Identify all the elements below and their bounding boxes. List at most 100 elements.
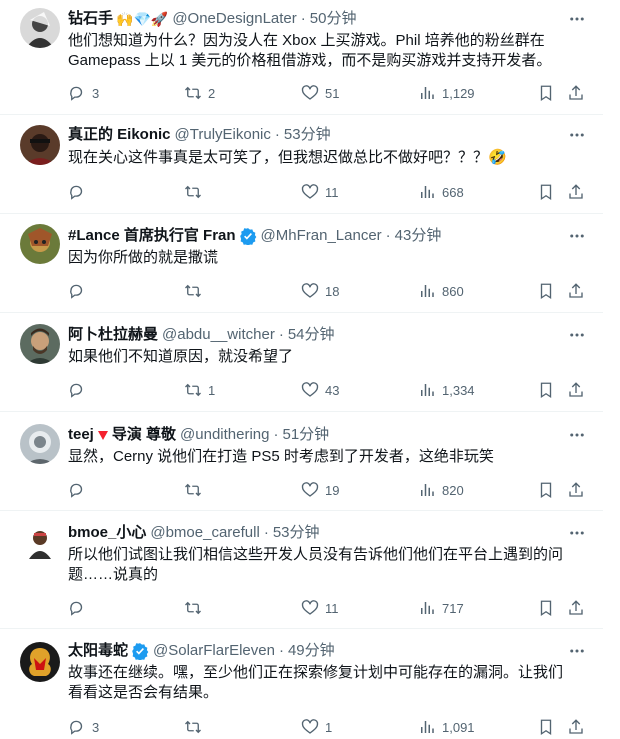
view-count: 717 — [442, 600, 464, 616]
bookmark-button[interactable] — [537, 281, 555, 301]
heart-icon — [301, 600, 319, 615]
like-button[interactable]: 1 — [301, 717, 332, 737]
display-name[interactable]: #Lance 首席执行官 Fran — [68, 226, 236, 246]
tweet[interactable]: 真正的 Eikonic @TrulyEikonic · 53分钟 现在关心这件事… — [0, 115, 603, 214]
tweet-text: 现在关心这件事真是太可笑了，但我想迟做总比不做好吧？？？🤣 — [68, 149, 507, 166]
timestamp[interactable]: 49分钟 — [288, 641, 335, 661]
tweet[interactable]: 钻石手 🙌💎🚀 @OneDesignLater · 50分钟 他们想知道为什么？… — [0, 0, 603, 115]
retweet-button[interactable] — [184, 598, 208, 618]
retweet-button[interactable] — [184, 281, 208, 301]
retweet-button[interactable]: 2 — [184, 83, 215, 103]
analytics-icon — [421, 602, 434, 614]
bookmark-button[interactable] — [537, 182, 555, 202]
reply-button[interactable] — [68, 281, 92, 301]
bookmark-button[interactable] — [537, 598, 555, 618]
user-handle[interactable]: @MhFran_Lancer — [261, 226, 382, 246]
share-button[interactable] — [567, 598, 585, 618]
heart-icon — [301, 283, 319, 298]
user-handle[interactable]: @TrulyEikonic — [175, 125, 271, 145]
display-name[interactable]: bmoe_小心 — [68, 523, 146, 543]
tweet[interactable]: bmoe_小心 @bmoe_carefull · 53分钟 所以他们试图让我们相… — [0, 511, 603, 629]
timestamp[interactable]: 43分钟 — [395, 226, 442, 246]
views-button[interactable]: 820 — [418, 480, 464, 500]
user-handle[interactable]: @bmoe_carefull — [150, 523, 259, 543]
display-name[interactable]: 钻石手 — [68, 9, 113, 29]
more-options-icon[interactable] — [567, 226, 587, 246]
retweet-button[interactable]: 1 — [184, 380, 215, 400]
views-button[interactable]: 1,091 — [418, 717, 475, 737]
user-handle[interactable]: @undithering — [180, 425, 269, 445]
share-button[interactable] — [567, 380, 585, 400]
bookmark-button[interactable] — [537, 380, 555, 400]
like-count: 1 — [325, 719, 333, 735]
display-name[interactable]: 阿卜杜拉赫曼 — [68, 325, 158, 345]
share-button[interactable] — [567, 83, 585, 103]
timestamp[interactable]: 53分钟 — [284, 125, 331, 145]
like-button[interactable]: 18 — [301, 281, 339, 301]
like-button[interactable]: 19 — [301, 480, 339, 500]
more-options-icon[interactable] — [567, 125, 587, 145]
tweet[interactable]: 阿卜杜拉赫曼 @abdu__witcher · 54分钟 如果他们不知道原因，就… — [0, 313, 603, 412]
views-button[interactable]: 717 — [418, 598, 464, 618]
more-options-icon[interactable] — [567, 641, 587, 661]
avatar[interactable] — [20, 642, 60, 682]
bookmark-button[interactable] — [537, 717, 555, 737]
views-button[interactable]: 668 — [418, 182, 464, 202]
avatar[interactable] — [20, 8, 60, 48]
bookmark-button[interactable] — [537, 480, 555, 500]
share-button[interactable] — [567, 281, 585, 301]
share-button[interactable] — [567, 717, 585, 737]
views-button[interactable]: 860 — [418, 281, 464, 301]
reply-button[interactable] — [68, 182, 92, 202]
avatar[interactable] — [20, 324, 60, 364]
like-count: 51 — [325, 85, 340, 101]
like-button[interactable]: 51 — [301, 83, 339, 103]
retweet-button[interactable] — [184, 182, 208, 202]
timestamp[interactable]: 50分钟 — [310, 9, 357, 29]
share-icon — [569, 184, 583, 199]
views-button[interactable]: 1,129 — [418, 83, 475, 103]
heart-icon — [301, 719, 319, 734]
avatar[interactable] — [20, 523, 60, 563]
reply-button[interactable]: 3 — [68, 83, 99, 103]
name-emoji: 🙌💎🚀 — [116, 11, 169, 27]
reply-button[interactable]: 3 — [68, 717, 99, 737]
tweet[interactable]: teej 导演 尊敬 @undithering · 51分钟 显然，Cerny … — [0, 412, 603, 511]
more-options-icon[interactable] — [567, 325, 587, 345]
reply-button[interactable] — [68, 380, 92, 400]
more-options-icon[interactable] — [567, 9, 587, 29]
reply-button[interactable] — [68, 480, 92, 500]
share-button[interactable] — [567, 182, 585, 202]
retweet-button[interactable] — [184, 717, 208, 737]
action-bar: 18 860 — [68, 281, 588, 301]
views-button[interactable]: 1,334 — [418, 380, 475, 400]
reply-button[interactable] — [68, 598, 92, 618]
avatar[interactable] — [20, 125, 60, 165]
timestamp[interactable]: 53分钟 — [273, 523, 320, 543]
retweet-button[interactable] — [184, 480, 208, 500]
user-handle[interactable]: @abdu__witcher — [162, 325, 275, 345]
user-handle[interactable]: @OneDesignLater — [172, 9, 296, 29]
display-name[interactable]: 太阳毒蛇 — [68, 641, 128, 661]
tweet-header: teej 导演 尊敬 @undithering · 51分钟 — [68, 425, 329, 445]
bookmark-button[interactable] — [537, 83, 555, 103]
tweet[interactable]: 太阳毒蛇 @SolarFlarEleven · 49分钟 故事还在继续。嘿，至少… — [0, 629, 603, 739]
display-name-suffix[interactable]: 导演 尊敬 — [112, 425, 176, 445]
more-options-icon[interactable] — [567, 523, 587, 543]
avatar[interactable] — [20, 424, 60, 464]
like-count: 11 — [325, 600, 339, 616]
timestamp[interactable]: 51分钟 — [282, 425, 329, 445]
like-button[interactable]: 43 — [301, 380, 339, 400]
display-name[interactable]: teej — [68, 425, 94, 445]
like-button[interactable]: 11 — [301, 182, 339, 202]
timestamp[interactable]: 54分钟 — [288, 325, 335, 345]
avatar[interactable] — [20, 224, 60, 264]
display-name[interactable]: 真正的 Eikonic — [68, 125, 171, 145]
reply-icon — [70, 284, 83, 299]
like-button[interactable]: 11 — [301, 598, 339, 618]
more-options-icon[interactable] — [567, 425, 587, 445]
tweet[interactable]: #Lance 首席执行官 Fran @MhFran_Lancer · 43分钟 … — [0, 214, 603, 313]
user-handle[interactable]: @SolarFlarEleven — [153, 641, 275, 661]
share-button[interactable] — [567, 480, 585, 500]
action-bar: 19 820 — [68, 480, 588, 500]
